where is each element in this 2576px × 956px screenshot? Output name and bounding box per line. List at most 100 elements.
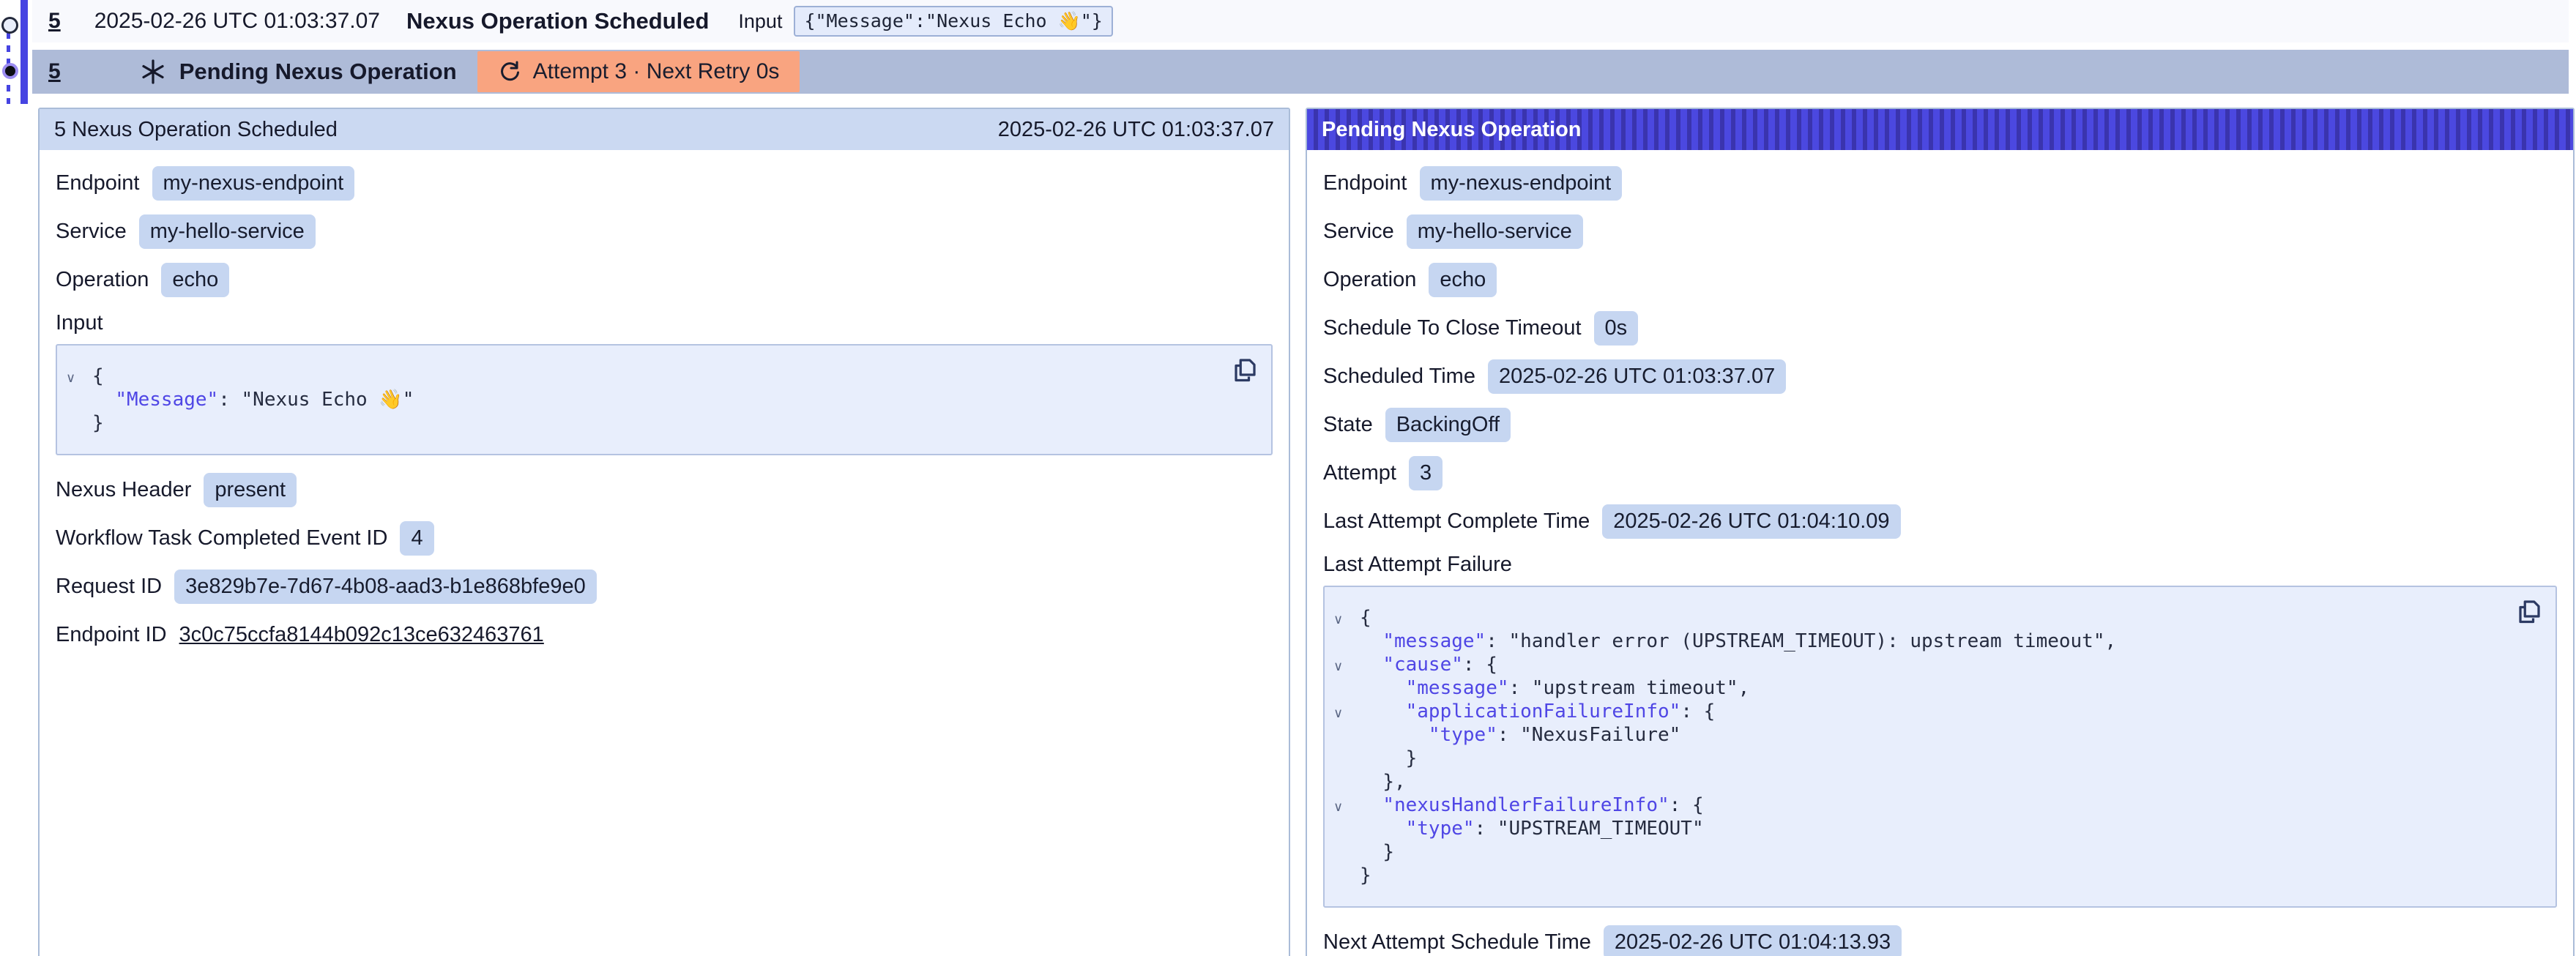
json-line: "type": "NexusFailure" [1325,723,2497,747]
field-label: Service [1323,220,1394,244]
pending-operation-header: Pending Nexus Operation [1307,109,2573,150]
event-timestamp: 2025-02-26 UTC 01:03:37.07 [94,9,380,34]
field-workflow-task-completed-event-id: Workflow Task Completed Event ID 4 [56,521,1273,556]
field-label: Endpoint [1323,171,1407,195]
field-value-badge: 0s [1594,311,1639,346]
event-history-screen: 5 2025-02-26 UTC 01:03:37.07 Nexus Opera… [0,0,2576,956]
json-line: } [1325,864,2497,887]
pending-asterisk-icon [138,57,168,86]
field-service: Service my-hello-service [1323,214,2557,249]
field-last-attempt-complete-time: Last Attempt Complete Time 2025-02-26 UT… [1323,504,2557,539]
event-name: Nexus Operation Scheduled [406,8,709,34]
field-value-badge: my-hello-service [1407,214,1583,249]
field-operation: Operation echo [56,263,1273,297]
field-value-badge: echo [161,263,229,297]
json-line: "message": "handler error (UPSTREAM_TIME… [1325,630,2497,653]
event-detail-body: Endpoint my-nexus-endpoint Service my-he… [40,150,1289,687]
json-line: ∨ { [57,365,1213,388]
collapse-chevron-icon[interactable]: ∨ [1333,796,1343,819]
field-attempt: Attempt 3 [1323,456,2557,490]
collapse-chevron-icon[interactable]: ∨ [1333,702,1343,725]
endpoint-id-link[interactable]: 3c0c75ccfa8144b092c13ce632463761 [179,623,544,647]
json-line: ∨ "nexusHandlerFailureInfo": { [1325,793,2497,817]
field-value-badge: 3e829b7e-7d67-4b08-aad3-b1e868bfe9e0 [174,570,597,604]
event-detail-header: 5 Nexus Operation Scheduled 2025-02-26 U… [40,109,1289,150]
field-label: Schedule To Close Timeout [1323,316,1582,340]
json-line: ∨ "cause": { [1325,653,2497,676]
field-label: Endpoint [56,171,140,195]
collapse-chevron-icon[interactable]: ∨ [1333,608,1343,632]
json-line: } [1325,840,2497,864]
field-label: Workflow Task Completed Event ID [56,526,387,550]
last-attempt-failure-label: Last Attempt Failure [1323,553,2557,577]
field-value-badge: present [204,473,297,507]
event-id-link[interactable]: 5 [48,9,61,34]
pending-operation-title: Pending Nexus Operation [179,59,457,85]
field-value-badge: 3 [1409,456,1443,490]
json-line: "message": "upstream timeout", [1325,676,2497,700]
field-label: Service [56,220,127,244]
pending-operation-row[interactable]: 5 Pending Nexus Operation Attempt 3 · Ne… [32,50,2569,94]
field-label: Operation [56,268,149,292]
field-request-id: Request ID 3e829b7e-7d67-4b08-aad3-b1e86… [56,570,1273,604]
json-line: ∨ { [1325,606,2497,630]
event-row-scheduled[interactable]: 5 2025-02-26 UTC 01:03:37.07 Nexus Opera… [32,0,2569,42]
field-label: Request ID [56,575,162,599]
field-scheduled-time: Scheduled Time 2025-02-26 UTC 01:03:37.0… [1323,359,2557,394]
field-value-badge: my-nexus-endpoint [1420,166,1623,201]
failure-json-block: ∨ { "message": "handler error (UPSTREAM_… [1323,586,2557,908]
collapse-chevron-icon[interactable]: ∨ [1333,655,1343,679]
input-section-label: Input [56,311,1273,335]
json-line: ∨ "applicationFailureInfo": { [1325,700,2497,723]
input-json-block: ∨ { "Message": "Nexus Echo 👋" } [56,344,1273,455]
field-label: State [1323,413,1373,437]
json-line: "Message": "Nexus Echo 👋" [57,388,1213,411]
event-detail-timestamp: 2025-02-26 UTC 01:03:37.07 [998,118,1274,142]
field-endpoint: Endpoint my-nexus-endpoint [56,166,1273,201]
field-value-badge: 2025-02-26 UTC 01:04:10.09 [1602,504,1900,539]
field-state: State BackingOff [1323,408,2557,442]
field-next-attempt-schedule-time: Next Attempt Schedule Time 2025-02-26 UT… [1323,925,2557,956]
field-nexus-header: Nexus Header present [56,473,1273,507]
field-service: Service my-hello-service [56,214,1273,249]
event-timeline-rail [0,0,32,104]
attempt-retry-badge: Attempt 3 · Next Retry 0s [477,51,800,92]
field-label: Nexus Header [56,478,191,502]
pending-operation-body: Endpoint my-nexus-endpoint Service my-he… [1307,150,2573,956]
pending-operation-panel: Pending Nexus Operation Endpoint my-nexu… [1306,108,2575,956]
field-value-badge: 2025-02-26 UTC 01:03:37.07 [1488,359,1786,394]
json-line: } [1325,747,2497,770]
json-line: } [57,411,1213,435]
field-value-badge: 4 [400,521,433,556]
json-line: }, [1325,770,2497,793]
event-detail-title: 5 Nexus Operation Scheduled [54,118,338,142]
field-schedule-to-close-timeout: Schedule To Close Timeout 0s [1323,311,2557,346]
field-operation: Operation echo [1323,263,2557,297]
pending-row-id-link[interactable]: 5 [48,59,61,84]
event-detail-panel: 5 Nexus Operation Scheduled 2025-02-26 U… [38,108,1290,956]
field-value-badge: 2025-02-26 UTC 01:04:13.93 [1604,925,1902,956]
copy-icon [2513,598,2542,627]
event-input-label: Input [738,10,782,33]
collapse-chevron-icon[interactable]: ∨ [66,367,75,390]
timeline-selection-bar [21,0,28,104]
copy-button[interactable] [2512,597,2544,630]
field-label: Endpoint ID [56,623,167,647]
field-label: Next Attempt Schedule Time [1323,930,1591,955]
pending-operation-header-title: Pending Nexus Operation [1322,118,1582,142]
copy-button[interactable] [1227,356,1259,388]
field-label: Operation [1323,268,1416,292]
retry-icon [498,60,521,83]
field-endpoint-id: Endpoint ID 3c0c75ccfa8144b092c13ce63246… [56,618,1273,651]
field-value-badge: BackingOff [1385,408,1511,442]
copy-icon [1229,356,1258,386]
field-value-badge: my-hello-service [139,214,316,249]
json-line: "type": "UPSTREAM_TIMEOUT" [1325,817,2497,840]
field-label: Last Attempt Complete Time [1323,509,1590,534]
field-label: Scheduled Time [1323,365,1475,389]
timeline-open-dot-icon [1,17,18,34]
field-value-badge: my-nexus-endpoint [152,166,355,201]
field-endpoint: Endpoint my-nexus-endpoint [1323,166,2557,201]
event-input-preview-badge: {"Message":"Nexus Echo 👋"} [794,6,1112,37]
attempt-retry-text: Attempt 3 · Next Retry 0s [533,59,780,84]
